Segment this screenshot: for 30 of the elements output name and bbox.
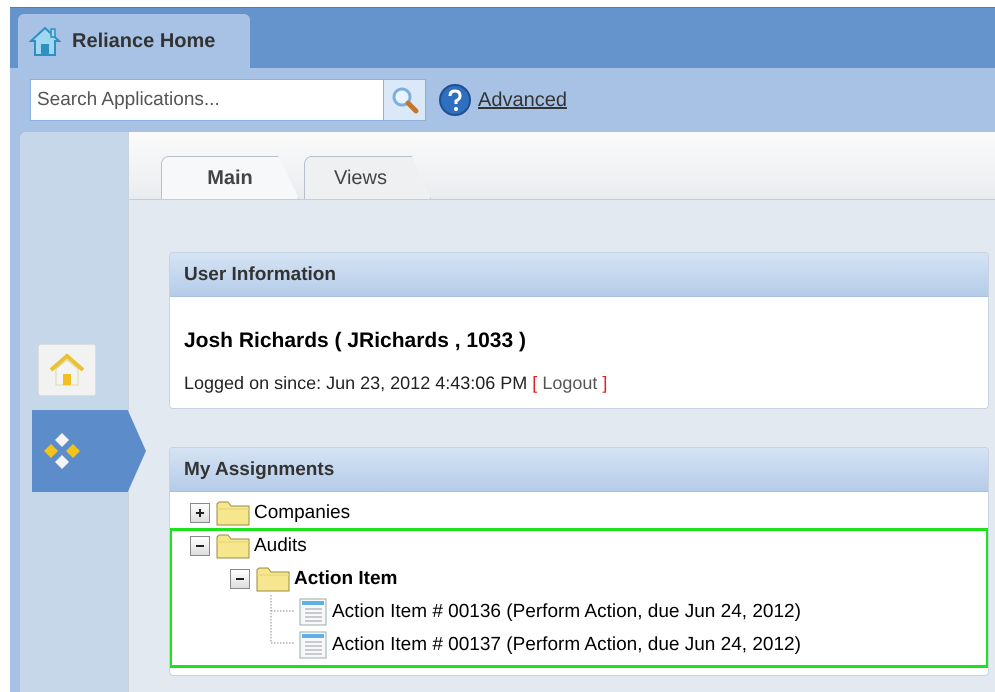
user-name: Josh Richards ( JRichards , 1033 ) — [183, 328, 527, 353]
folder-icon — [216, 498, 250, 526]
house-icon — [48, 353, 86, 387]
bracket-text: [ — [532, 373, 538, 393]
folder-icon — [216, 532, 250, 560]
home-icon — [28, 24, 62, 58]
collapse-toggle[interactable] — [190, 536, 210, 556]
diamonds-icon — [42, 431, 82, 471]
logout-link[interactable]: Logout — [542, 373, 598, 393]
panel-header: My Assignments — [170, 448, 988, 492]
applications-nav-button[interactable] — [32, 410, 146, 492]
tree-item[interactable]: Action Item — [294, 568, 398, 590]
tree-item[interactable]: Audits — [254, 534, 307, 556]
collapse-toggle[interactable] — [230, 568, 250, 588]
folder-icon — [256, 564, 290, 592]
logged-on-text: Logged on since: Jun 23, 2012 4:43:06 PM — [184, 373, 528, 393]
help-icon — [438, 83, 472, 117]
view-tab[interactable]: Main — [161, 156, 299, 199]
tree-item[interactable]: Action Item # 00136 (Perform Action, due Jun 24, 2012) — [332, 600, 801, 622]
bracket-text: ] — [602, 373, 608, 393]
panel-header: User Information — [170, 253, 988, 297]
document-icon — [298, 598, 328, 626]
expand-toggle[interactable] — [190, 502, 210, 522]
document-icon — [298, 630, 328, 658]
tree-item[interactable]: Companies — [254, 502, 350, 524]
tree-item[interactable]: Action Item # 00137 (Perform Action, due Jun 24, 2012) — [332, 634, 801, 656]
advanced-link[interactable]: Advanced — [478, 88, 567, 112]
plus-icon — [195, 508, 205, 518]
app-tab[interactable]: Reliance Home — [18, 14, 250, 68]
view-tab[interactable]: Views — [304, 156, 431, 199]
